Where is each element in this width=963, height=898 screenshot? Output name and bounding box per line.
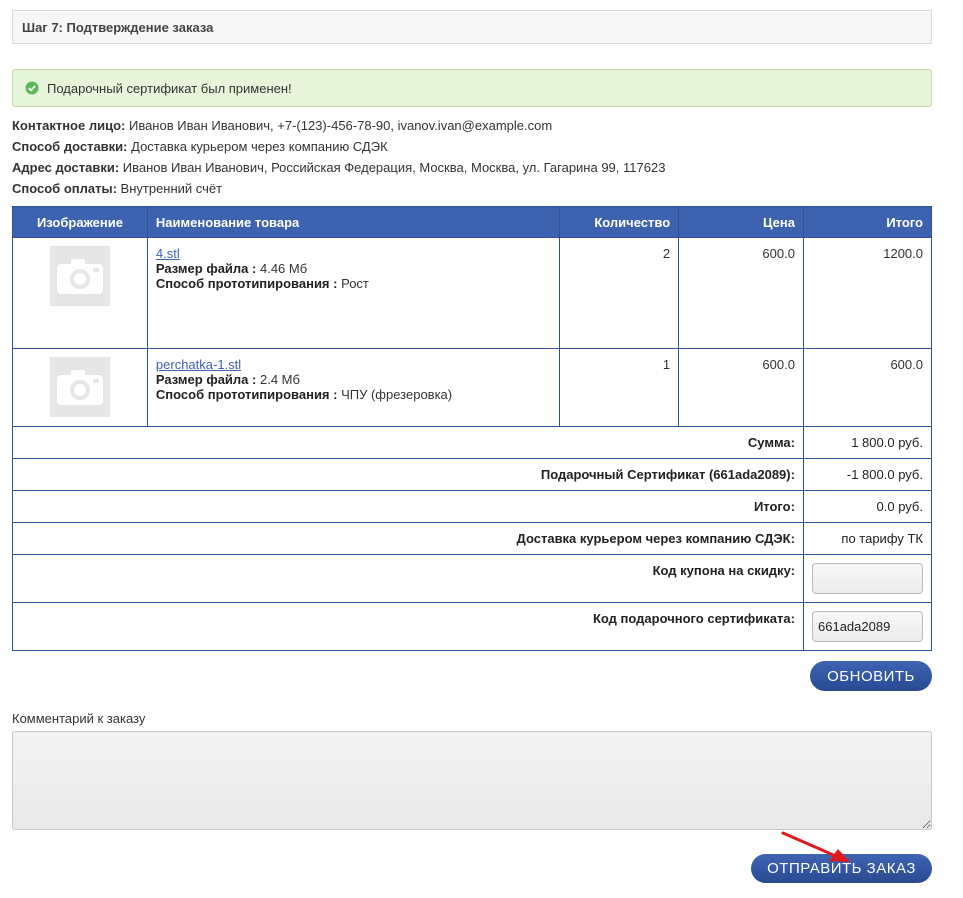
check-circle-icon bbox=[25, 81, 39, 95]
product-link[interactable]: 4.stl bbox=[156, 246, 180, 261]
table-row: perchatka-1.stl Размер файла : 2.4 Мб Сп… bbox=[12, 348, 933, 427]
comment-label: Комментарий к заказу bbox=[12, 711, 146, 726]
camera-placeholder-icon bbox=[49, 246, 110, 306]
coupon-row: Код купона на скидку: bbox=[12, 554, 933, 603]
header-price: Цена bbox=[678, 206, 804, 238]
certificate-row: Подарочный Сертификат (661ada2089): -1 8… bbox=[12, 458, 933, 491]
contact-line: Контактное лицо: Иванов Иван Иванович, +… bbox=[12, 118, 942, 133]
product-link[interactable]: perchatka-1.stl bbox=[156, 357, 241, 372]
order-table: Изображение Наименование товара Количест… bbox=[12, 206, 933, 651]
address-value: Иванов Иван Иванович, Российская Федерац… bbox=[122, 160, 666, 175]
header-qty: Количество bbox=[559, 206, 680, 238]
grand-total-row: Итого: 0.0 руб. bbox=[12, 490, 933, 523]
step-title: Шаг 7: Подтверждение заказа bbox=[12, 10, 932, 44]
total-cell: 1200.0 bbox=[802, 237, 933, 349]
grand-total-value: 0.0 руб. bbox=[802, 490, 933, 523]
alert-text: Подарочный сертификат был применен! bbox=[47, 80, 292, 96]
coupon-input-cell bbox=[802, 554, 933, 603]
file-size-value: 2.4 Мб bbox=[259, 372, 300, 387]
payment-value: Внутренний счёт bbox=[120, 181, 223, 196]
delivery-row: Доставка курьером через компанию СДЭК: п… bbox=[12, 522, 933, 555]
comment-textarea[interactable] bbox=[12, 731, 932, 830]
red-arrow-annotation bbox=[781, 831, 850, 862]
sum-value: 1 800.0 руб. bbox=[802, 426, 933, 459]
file-size-label: Размер файла : bbox=[155, 372, 257, 387]
price-cell: 600.0 bbox=[678, 348, 804, 427]
sum-label: Сумма: bbox=[12, 426, 804, 459]
product-image-cell bbox=[12, 348, 148, 427]
header-name: Наименование товара bbox=[146, 206, 561, 238]
file-size: Размер файла : 4.46 Мб bbox=[156, 261, 307, 276]
proto-method-value: ЧПУ (фрезеровка) bbox=[341, 387, 453, 402]
qty-cell: 2 bbox=[559, 237, 680, 349]
certificate-value: -1 800.0 руб. bbox=[802, 458, 933, 491]
giftcode-input-cell bbox=[802, 602, 933, 651]
payment-label: Способ оплаты: bbox=[12, 181, 117, 196]
coupon-label: Код купона на скидку: bbox=[12, 554, 804, 603]
file-size-value: 4.46 Мб bbox=[259, 261, 308, 276]
giftcode-input[interactable] bbox=[812, 611, 923, 642]
proto-method-value: Рост bbox=[341, 276, 369, 291]
delivery-label: Способ доставки: bbox=[12, 139, 128, 154]
table-row: 4.stl Размер файла : 4.46 Мб Способ прот… bbox=[12, 237, 933, 349]
qty-cell: 1 bbox=[559, 348, 680, 427]
address-label: Адрес доставки: bbox=[12, 160, 120, 175]
update-button[interactable]: ОБНОВИТЬ bbox=[810, 661, 932, 691]
success-alert: Подарочный сертификат был применен! bbox=[12, 69, 932, 107]
grand-total-label: Итого: bbox=[12, 490, 804, 523]
header-image: Изображение bbox=[12, 206, 148, 238]
contact-value: Иванов Иван Иванович, +7-(123)-456-78-90… bbox=[128, 118, 553, 133]
proto-method: Способ прототипирования : Рост bbox=[156, 276, 369, 291]
sum-row: Сумма: 1 800.0 руб. bbox=[12, 426, 933, 459]
delivery-value: Доставка курьером через компанию СДЭК bbox=[131, 139, 388, 154]
proto-method-label: Способ прототипирования : bbox=[155, 387, 338, 402]
giftcode-label: Код подарочного сертификата: bbox=[12, 602, 804, 651]
address-line: Адрес доставки: Иванов Иван Иванович, Ро… bbox=[12, 160, 942, 175]
coupon-input[interactable] bbox=[812, 563, 923, 594]
proto-method-label: Способ прототипирования : bbox=[155, 276, 338, 291]
proto-method: Способ прототипирования : ЧПУ (фрезеровк… bbox=[156, 387, 452, 402]
price-cell: 600.0 bbox=[678, 237, 804, 349]
delivery-cost-value: по тарифу ТК bbox=[802, 522, 933, 555]
delivery-cost-label: Доставка курьером через компанию СДЭК: bbox=[12, 522, 804, 555]
header-total: Итого bbox=[802, 206, 933, 238]
certificate-label: Подарочный Сертификат (661ada2089): bbox=[12, 458, 804, 491]
payment-line: Способ оплаты: Внутренний счёт bbox=[12, 181, 942, 196]
product-name-cell: 4.stl Размер файла : 4.46 Мб Способ прот… bbox=[146, 237, 561, 349]
table-header-row: Изображение Наименование товара Количест… bbox=[12, 206, 933, 238]
file-size: Размер файла : 2.4 Мб bbox=[156, 372, 300, 387]
product-image-cell bbox=[12, 237, 148, 349]
giftcode-row: Код подарочного сертификата: bbox=[12, 602, 933, 651]
contact-label: Контактное лицо: bbox=[12, 118, 126, 133]
total-cell: 600.0 bbox=[802, 348, 933, 427]
file-size-label: Размер файла : bbox=[155, 261, 257, 276]
camera-placeholder-icon bbox=[49, 357, 110, 417]
product-name-cell: perchatka-1.stl Размер файла : 2.4 Мб Сп… bbox=[146, 348, 561, 427]
delivery-line: Способ доставки: Доставка курьером через… bbox=[12, 139, 942, 154]
